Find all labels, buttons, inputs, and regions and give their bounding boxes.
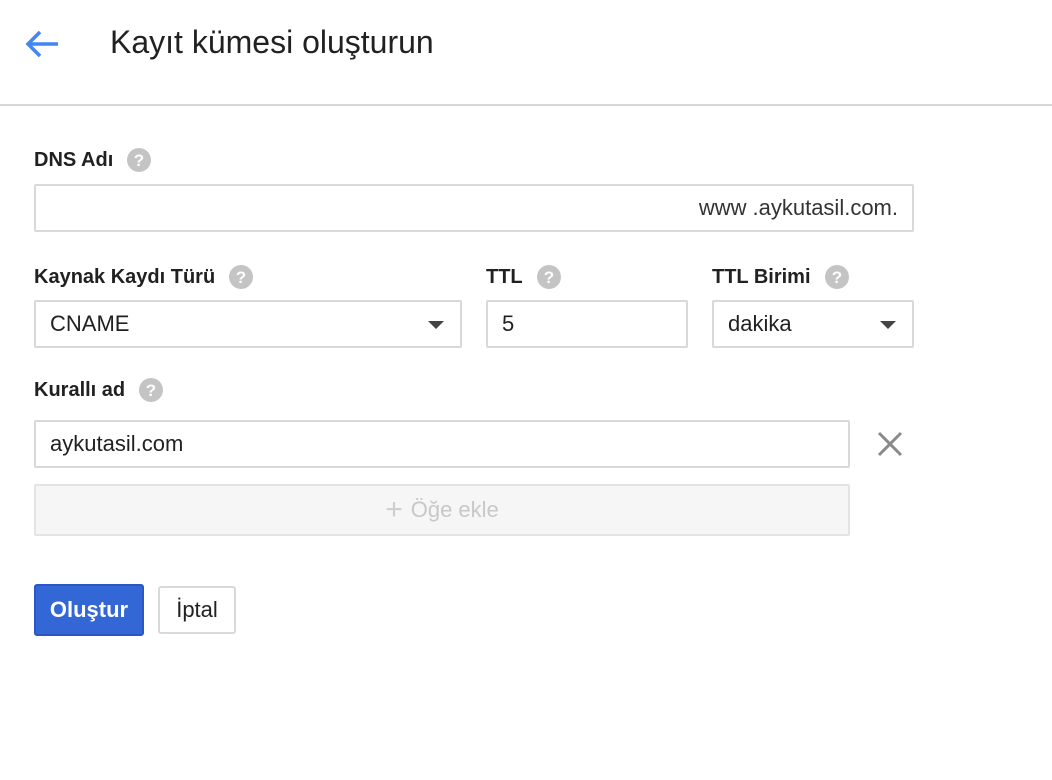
page-header: Kayıt kümesi oluşturun bbox=[0, 0, 1052, 106]
canonical-name-label: Kurallı ad ? bbox=[34, 376, 164, 404]
close-icon bbox=[877, 431, 903, 457]
ttl-input[interactable]: 5 bbox=[486, 300, 688, 348]
help-icon[interactable]: ? bbox=[127, 148, 152, 172]
ttl-unit-label-text: TTL Birimi bbox=[712, 266, 811, 288]
record-type-value: CNAME bbox=[50, 311, 130, 336]
svg-text:?: ? bbox=[146, 381, 156, 400]
svg-text:?: ? bbox=[543, 268, 553, 287]
remove-item-button[interactable] bbox=[874, 428, 906, 460]
create-record-set-page: Kayıt kümesi oluşturun DNS Adı ? www .ayk… bbox=[0, 0, 1052, 780]
dns-name-label-text: DNS Adı bbox=[34, 149, 114, 171]
canonical-name-value: aykutasil.com bbox=[50, 431, 184, 456]
dns-name-prefix: www bbox=[698, 195, 747, 220]
ttl-unit-value: dakika bbox=[728, 311, 792, 336]
back-button[interactable] bbox=[22, 24, 62, 64]
ttl-unit-label: TTL Birimi ? bbox=[712, 263, 849, 291]
ttl-value: 5 bbox=[502, 311, 515, 336]
arrow-back-icon bbox=[25, 30, 58, 58]
help-icon[interactable]: ? bbox=[536, 265, 561, 289]
help-icon[interactable]: ? bbox=[824, 265, 849, 289]
help-icon[interactable]: ? bbox=[229, 265, 254, 289]
dns-name-label: DNS Adı ? bbox=[34, 146, 152, 174]
ttl-label-text: TTL bbox=[486, 266, 523, 288]
ttl-unit-select[interactable]: dakika bbox=[712, 300, 914, 348]
create-button[interactable]: Oluştur bbox=[34, 584, 144, 636]
cancel-button[interactable]: İptal bbox=[158, 586, 236, 634]
svg-text:?: ? bbox=[134, 151, 144, 170]
svg-text:?: ? bbox=[831, 268, 841, 287]
canonical-name-label-text: Kurallı ad bbox=[34, 379, 126, 401]
dropdown-arrow-icon bbox=[428, 321, 444, 329]
add-item-label: Öğe ekle bbox=[410, 497, 499, 522]
record-type-label: Kaynak Kaydı Türü ? bbox=[34, 263, 254, 291]
dns-name-field[interactable]: www .aykutasil.com. bbox=[34, 184, 914, 232]
dropdown-arrow-icon bbox=[880, 321, 896, 329]
add-item-button[interactable]: + Öğe ekle bbox=[34, 484, 850, 536]
plus-icon: + bbox=[385, 493, 403, 526]
page-title: Kayıt kümesi oluşturun bbox=[110, 24, 434, 60]
canonical-name-input[interactable]: aykutasil.com bbox=[34, 420, 850, 468]
help-icon[interactable]: ? bbox=[139, 378, 164, 402]
svg-text:?: ? bbox=[236, 268, 246, 287]
record-type-select[interactable]: CNAME bbox=[34, 300, 462, 348]
ttl-label: TTL ? bbox=[486, 263, 561, 291]
record-type-label-text: Kaynak Kaydı Türü bbox=[34, 266, 216, 288]
dns-domain-suffix: .aykutasil.com. bbox=[752, 195, 899, 220]
